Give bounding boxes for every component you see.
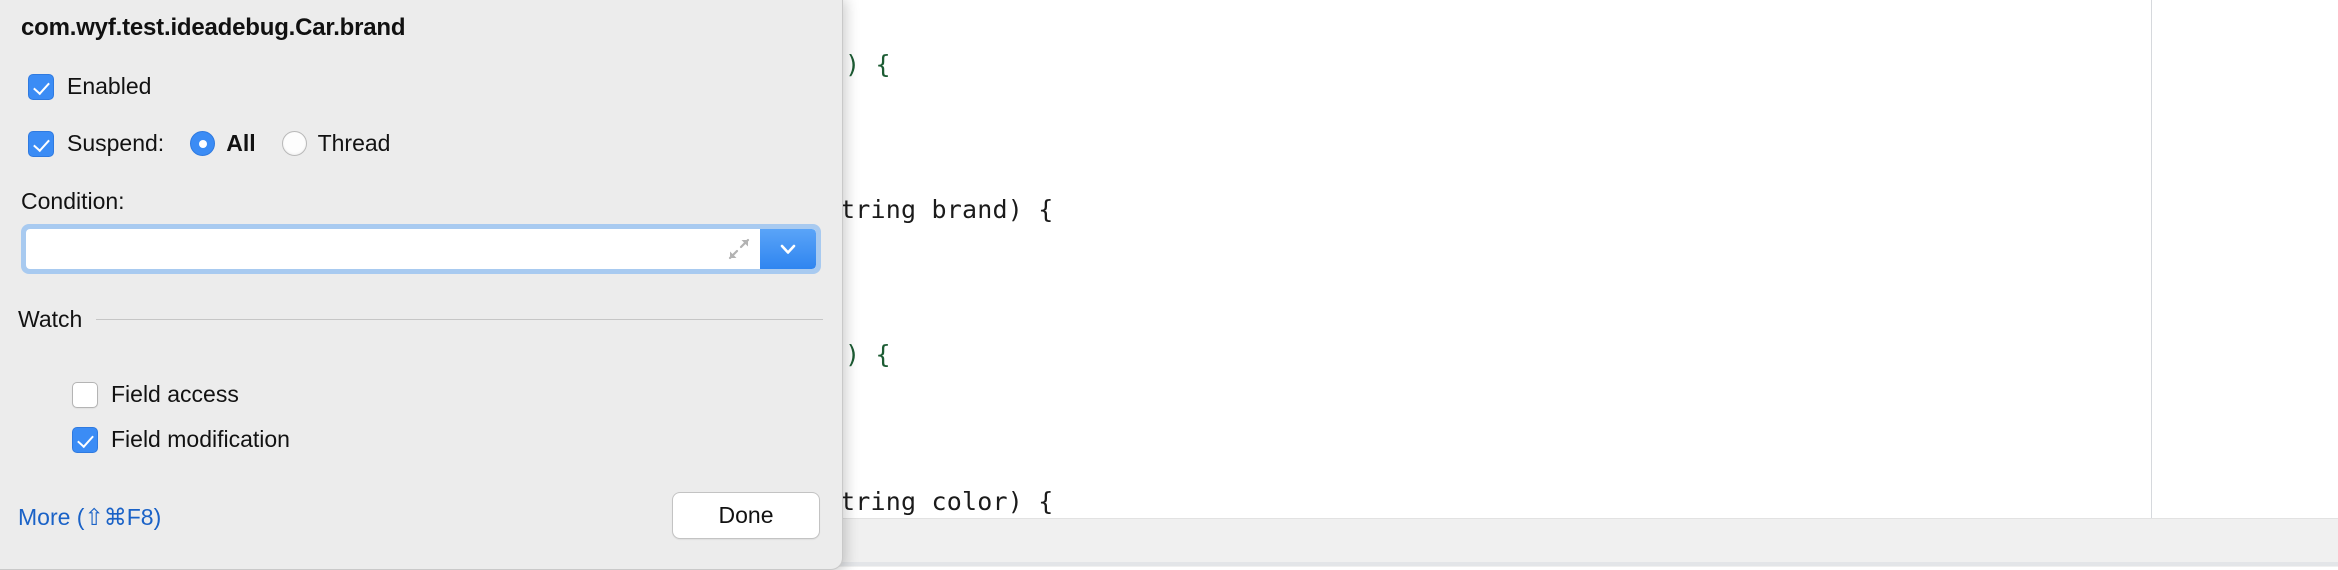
watch-section-label: Watch (18, 306, 83, 332)
radio-all[interactable] (190, 131, 216, 156)
radio-thread[interactable] (281, 131, 307, 156)
code-line: ) { (845, 50, 891, 79)
done-button[interactable]: Done (672, 492, 820, 539)
radio-thread-label: Thread (317, 130, 391, 156)
breakpoint-settings-dialog: com.wyf.test.ideadebug.Car.brand Enabled… (0, 0, 843, 570)
watch-section-divider (96, 319, 823, 320)
page-title: com.wyf.test.ideadebug.Car.brand (21, 14, 406, 41)
enabled-checkbox[interactable] (28, 73, 54, 100)
field-access-checkbox[interactable] (72, 381, 98, 408)
condition-dropdown-button[interactable] (760, 229, 816, 269)
radio-all-label: All (226, 130, 256, 156)
suspend-row: Suspend: All Thread (28, 130, 390, 157)
condition-input[interactable] (26, 229, 718, 269)
more-link[interactable]: More (⇧⌘F8) (18, 504, 161, 531)
enabled-label: Enabled (67, 73, 152, 99)
suspend-label: Suspend: (67, 130, 165, 156)
code-line-text: tring brand) { (840, 195, 1054, 224)
suspend-option-thread[interactable]: Thread (281, 130, 391, 157)
suspend-policy-radio-group: All Thread (164, 130, 390, 157)
field-modification-checkbox-row[interactable]: Field modification (72, 426, 290, 453)
code-line: tring color) { (840, 487, 1054, 517)
condition-label: Condition: (21, 188, 125, 214)
expand-diagonal-icon[interactable] (718, 229, 760, 269)
field-access-label: Field access (111, 381, 239, 407)
watch-section-header: Watch (18, 306, 823, 333)
code-line-text: tring color) { (840, 487, 1054, 516)
field-access-checkbox-row[interactable]: Field access (72, 381, 239, 408)
code-line: tring brand) { (840, 195, 1054, 225)
condition-field-focus-ring (21, 224, 821, 274)
condition-field[interactable] (26, 229, 816, 269)
enabled-checkbox-row[interactable]: Enabled (28, 73, 151, 100)
suspend-option-all[interactable]: All (190, 130, 256, 157)
code-line: ) { (845, 340, 891, 369)
suspend-checkbox[interactable] (28, 130, 54, 157)
chevron-down-icon (780, 244, 796, 254)
field-modification-label: Field modification (111, 426, 290, 452)
field-modification-checkbox[interactable] (72, 426, 98, 453)
editor-pane-divider (2151, 0, 2152, 518)
